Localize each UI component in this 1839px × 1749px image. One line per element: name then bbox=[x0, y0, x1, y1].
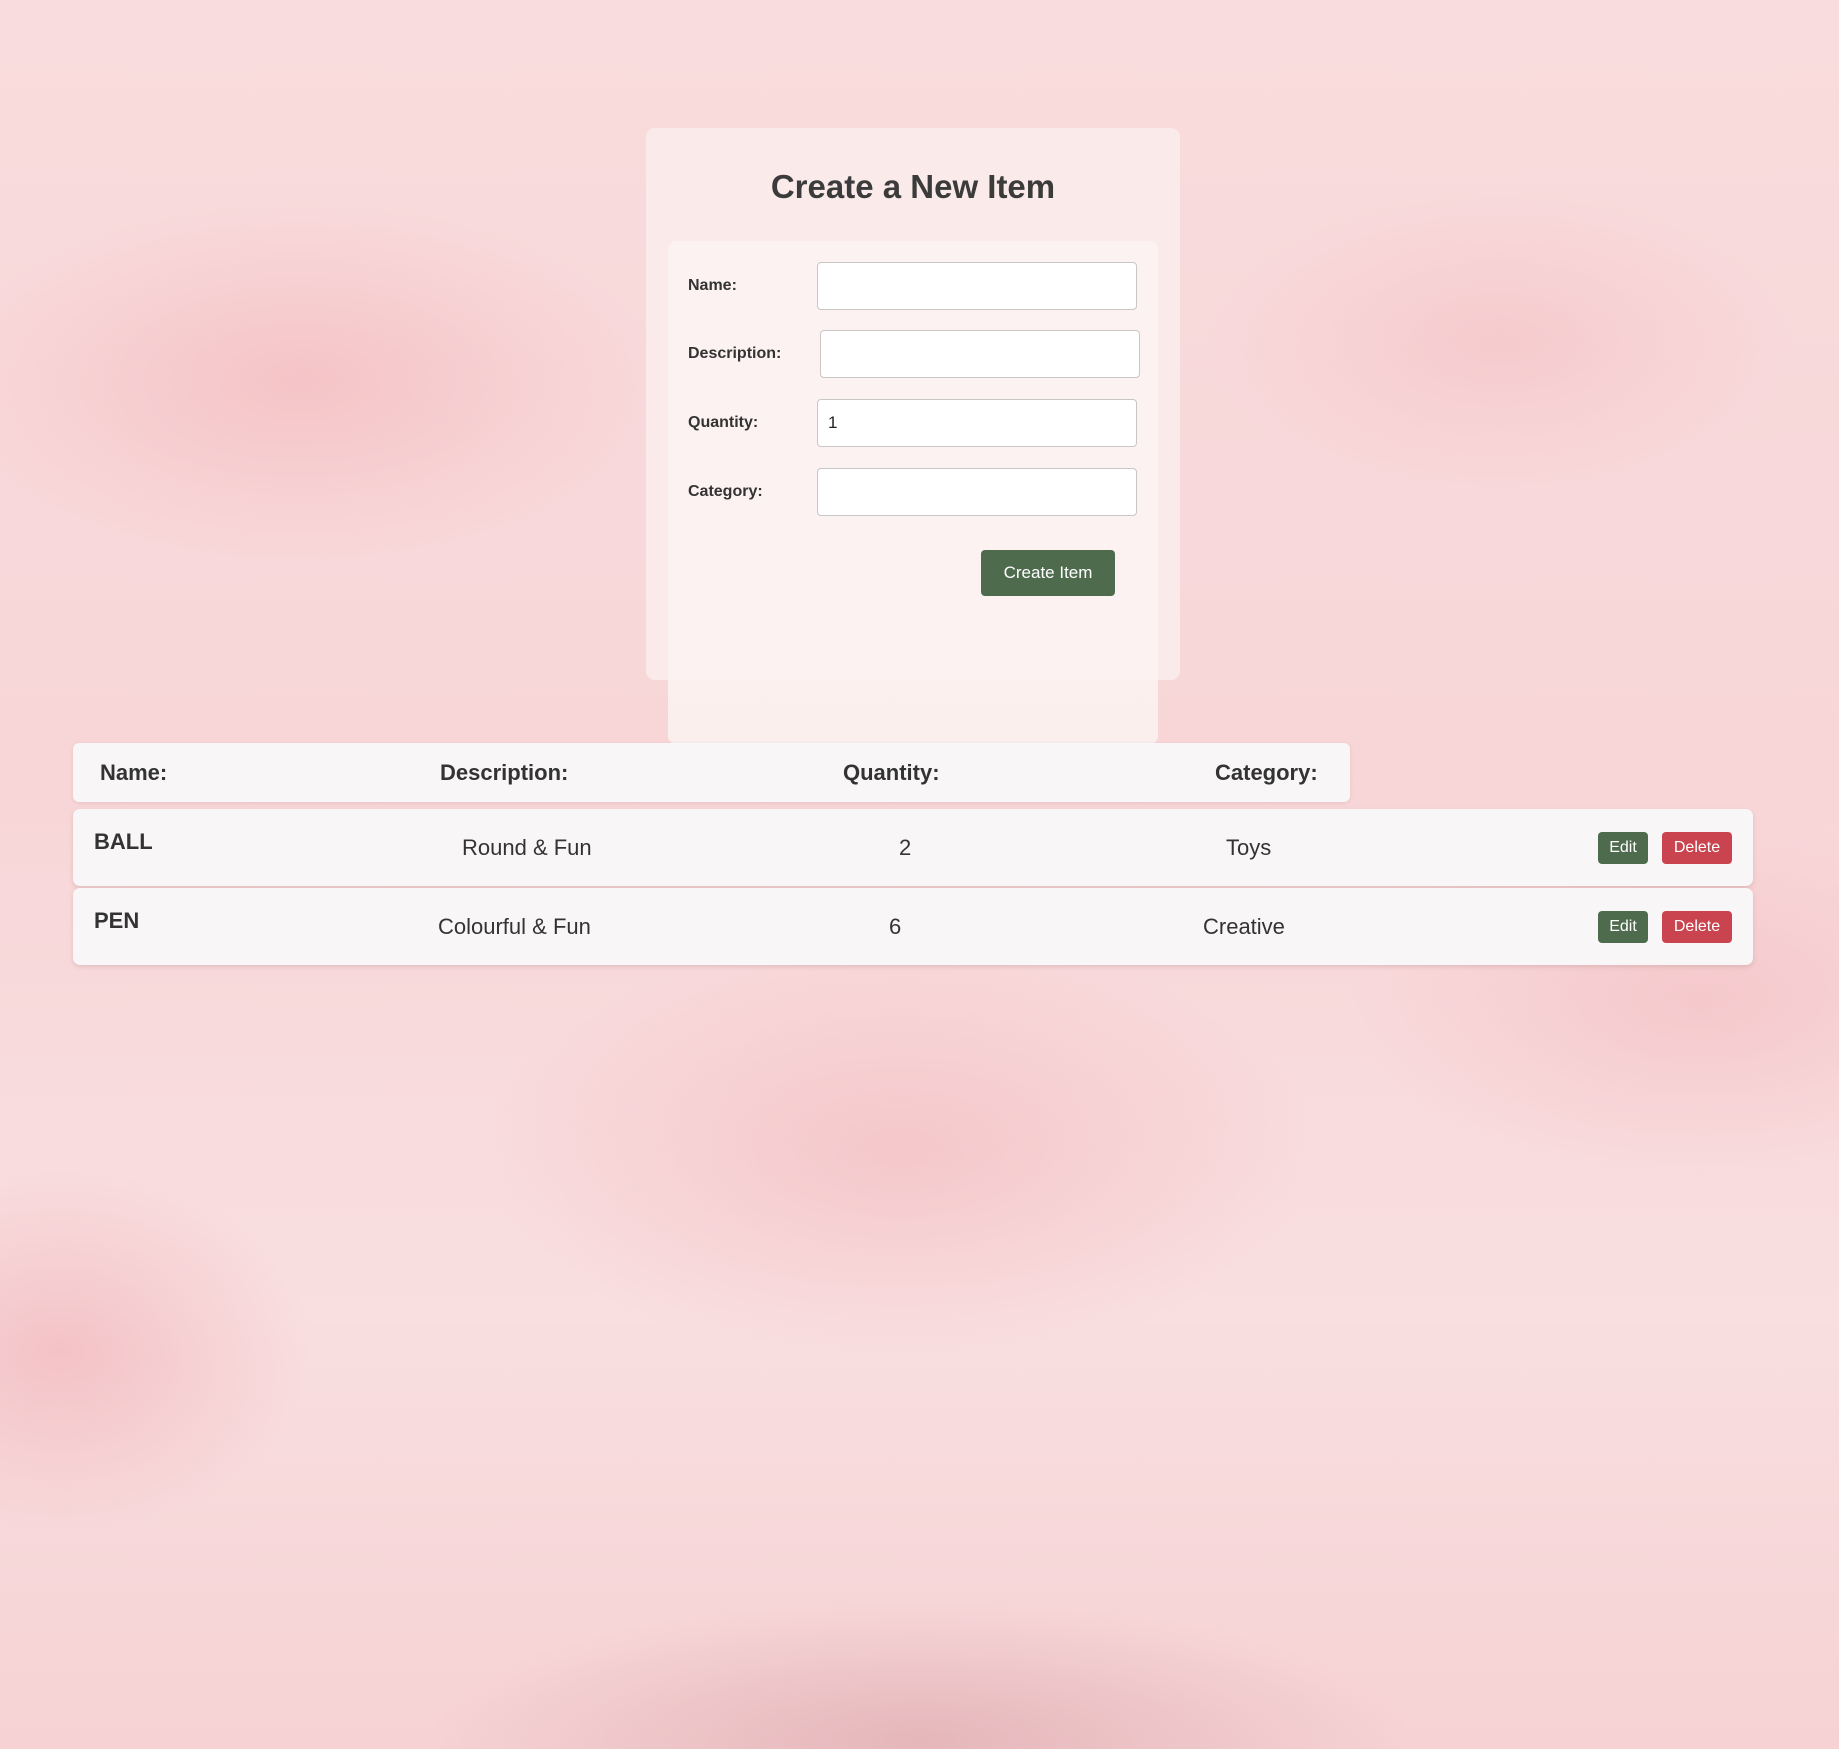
name-input[interactable] bbox=[817, 262, 1137, 310]
delete-button[interactable]: Delete bbox=[1662, 911, 1732, 943]
row-name: BALL bbox=[94, 829, 153, 854]
row-name: PEN bbox=[94, 908, 140, 933]
row-category: Toys bbox=[1226, 835, 1272, 860]
row-description: Round & Fun bbox=[462, 835, 592, 860]
header-quantity: Quantity: bbox=[843, 760, 940, 785]
quantity-input[interactable] bbox=[817, 399, 1137, 447]
category-label: Category: bbox=[688, 483, 763, 500]
header-category: Category: bbox=[1215, 760, 1318, 785]
row-quantity: 6 bbox=[889, 914, 902, 939]
create-item-form: Create a New Item Name: Description: Qua… bbox=[646, 128, 1180, 744]
header-description: Description: bbox=[440, 760, 569, 785]
create-item-button[interactable]: Create Item bbox=[981, 550, 1115, 596]
description-input[interactable] bbox=[820, 330, 1140, 378]
delete-button[interactable]: Delete bbox=[1662, 832, 1732, 864]
category-input[interactable] bbox=[817, 468, 1137, 516]
row-category: Creative bbox=[1203, 914, 1285, 939]
header-name: Name: bbox=[100, 760, 168, 785]
name-label: Name: bbox=[688, 277, 737, 294]
description-label: Description: bbox=[688, 345, 782, 362]
edit-button[interactable]: Edit bbox=[1598, 832, 1648, 864]
table-row: BALL Round & Fun 2 Toys Edit Delete bbox=[73, 809, 1753, 886]
table-row: PEN Colourful & Fun 6 Creative Edit Dele… bbox=[73, 888, 1753, 965]
form-title: Create a New Item bbox=[770, 168, 1056, 205]
form-fields-panel: Name: Description: Quantity: Category: bbox=[668, 241, 1158, 744]
row-quantity: 2 bbox=[899, 835, 912, 860]
quantity-label: Quantity: bbox=[688, 414, 759, 431]
items-table-header: Name: Description: Quantity: Category: bbox=[73, 743, 1350, 802]
edit-button[interactable]: Edit bbox=[1598, 911, 1648, 943]
row-description: Colourful & Fun bbox=[438, 914, 591, 939]
